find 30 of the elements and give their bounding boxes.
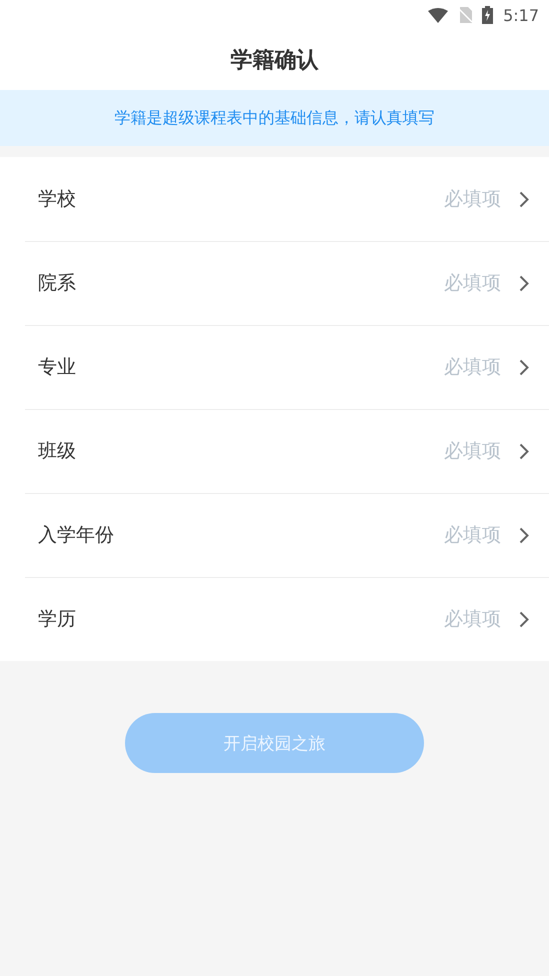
field-placeholder: 必填项 — [444, 187, 501, 212]
field-label: 班级 — [38, 439, 77, 464]
field-label: 院系 — [38, 271, 77, 296]
form-row[interactable]: 学校 必填项 — [0, 157, 549, 241]
notice-banner: 学籍是超级课程表中的基础信息，请认真填写 — [0, 90, 549, 146]
no-sim-icon — [458, 7, 472, 23]
field-label: 学校 — [38, 187, 77, 212]
battery-charging-icon — [482, 6, 494, 24]
field-placeholder: 必填项 — [444, 439, 501, 464]
chevron-right-icon — [519, 526, 529, 544]
field-label: 学历 — [38, 607, 77, 632]
field-placeholder: 必填项 — [444, 523, 501, 548]
form-row[interactable]: 专业 必填项 — [0, 325, 549, 409]
wifi-icon — [428, 8, 448, 22]
chevron-right-icon — [519, 274, 529, 292]
page-title: 学籍确认 — [230, 47, 318, 75]
form-row[interactable]: 入学年份 必填项 — [0, 493, 549, 577]
field-placeholder: 必填项 — [444, 355, 501, 380]
chevron-right-icon — [519, 190, 529, 208]
form-row[interactable]: 学历 必填项 — [0, 577, 549, 661]
field-label: 专业 — [38, 355, 77, 380]
field-placeholder: 必填项 — [444, 271, 501, 296]
form-row[interactable]: 院系 必填项 — [0, 241, 549, 325]
chevron-right-icon — [519, 610, 529, 628]
field-label: 入学年份 — [38, 523, 115, 548]
chevron-right-icon — [519, 442, 529, 460]
field-placeholder: 必填项 — [444, 607, 501, 632]
status-time: 5:17 — [503, 6, 539, 24]
chevron-right-icon — [519, 358, 529, 376]
form-row[interactable]: 班级 必填项 — [0, 409, 549, 493]
